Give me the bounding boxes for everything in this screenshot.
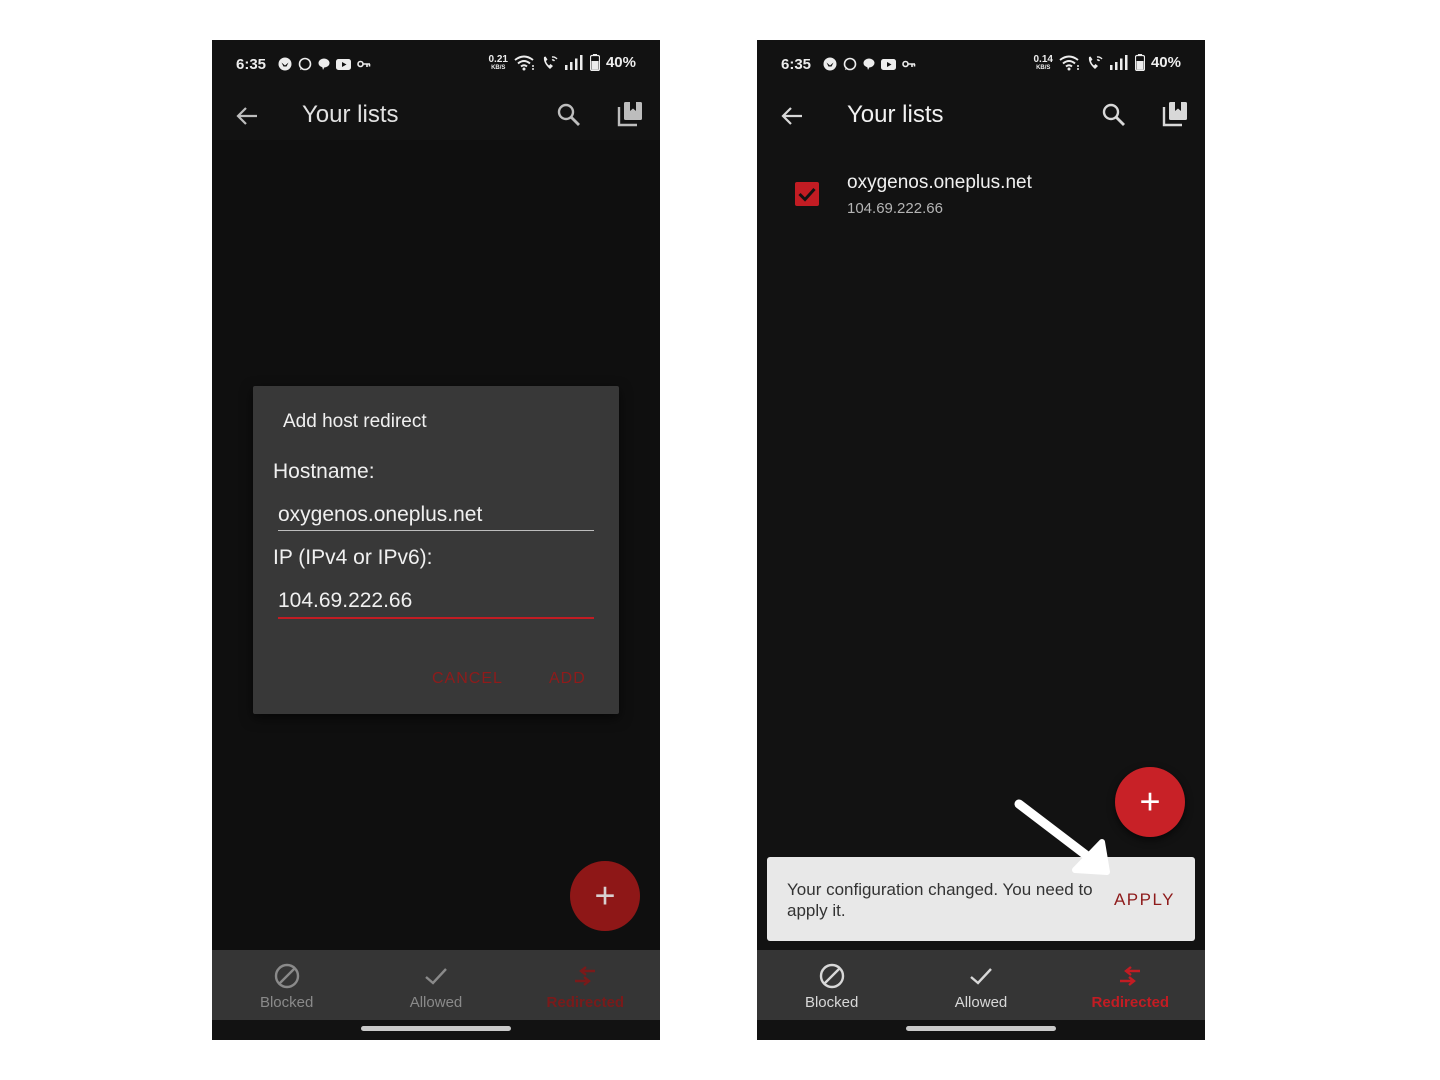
app-bar: Your lists [212,90,660,140]
net-speed-value: 0.14 [1033,53,1053,65]
system-icons: 0.14 KB/S 40% [1033,53,1181,71]
nav-item-redirected[interactable]: Redirected [511,950,660,1020]
config-changed-snackbar: Your configuration changed. You need to … [767,857,1195,941]
nav-label-allowed: Allowed [954,994,1008,1011]
ip-label: IP (IPv4 or IPv6): [273,546,433,569]
home-indicator[interactable] [361,1026,511,1031]
signal-icon [564,55,583,70]
status-bar: 6:35 0.21 KB/S 40% [212,40,660,90]
list-item-ip: 104.69.222.66 [847,200,943,217]
chat-icon [863,58,875,70]
redirect-icon [1120,966,1141,986]
library-icon[interactable] [1161,100,1189,128]
add-fab-button[interactable]: + [570,861,640,931]
phone-screen-add-dialog: 6:35 0.21 KB/S 40% Your lists Add host r [212,40,660,1040]
notification-icons [823,57,916,71]
battery-percent: 40% [605,54,636,71]
youtube-icon [881,58,896,70]
host-enabled-checkbox[interactable] [795,182,819,206]
vpn-bird-icon [278,57,292,71]
nav-label-blocked: Blocked [259,994,314,1011]
white-arrow-icon [1014,799,1110,875]
wifi-icon [514,55,534,70]
whatsapp-icon [843,57,857,71]
block-icon [274,963,299,989]
plus-icon: + [594,874,616,916]
page-title: Your lists [302,101,399,128]
block-icon [819,963,844,989]
check-icon [425,968,447,985]
cancel-button[interactable]: CANCEL [432,670,503,688]
battery-icon [1134,54,1145,71]
library-icon[interactable] [616,100,644,128]
key-icon [902,60,916,68]
nav-item-blocked[interactable]: Blocked [757,950,906,1020]
youtube-icon [336,58,351,70]
chat-icon [318,58,330,70]
hostname-label: Hostname: [273,460,375,483]
nav-label-redirected: Redirected [546,994,625,1011]
nav-item-allowed[interactable]: Allowed [906,950,1055,1020]
net-speed: 0.14 KB/S [1033,53,1053,71]
vpn-bird-icon [823,57,837,71]
host-list-item[interactable]: oxygenos.oneplus.net 104.69.222.66 [757,168,1205,228]
page-title: Your lists [847,101,944,128]
back-arrow-icon[interactable] [234,103,260,129]
signal-icon [1109,55,1128,70]
home-indicator[interactable] [906,1026,1056,1031]
status-time: 6:35 [781,56,812,73]
whatsapp-icon [298,57,312,71]
notification-icons [278,57,371,71]
bottom-navigation: Blocked Allowed Redirected [757,950,1205,1020]
wifi-call-icon [543,56,558,69]
nav-label-blocked: Blocked [804,994,859,1011]
add-button[interactable]: ADD [549,670,586,688]
dialog-title: Add host redirect [283,411,427,432]
status-bar: 6:35 0.14 KB/S 40% [757,40,1205,90]
ip-underline-focused [278,617,594,619]
checkmark-icon [798,187,816,202]
wifi-call-icon [1088,56,1103,69]
nav-item-redirected[interactable]: Redirected [1056,950,1205,1020]
key-icon [357,60,371,68]
status-time: 6:35 [236,56,267,73]
list-item-hostname: oxygenos.oneplus.net [847,172,1032,193]
back-arrow-icon[interactable] [779,103,805,129]
plus-icon: + [1139,780,1161,822]
ip-input[interactable] [278,586,594,616]
net-speed-value: 0.21 [488,53,508,65]
nav-item-allowed[interactable]: Allowed [361,950,510,1020]
search-icon[interactable] [1101,102,1127,128]
nav-label-allowed: Allowed [409,994,463,1011]
hostname-underline [278,530,594,531]
apply-button[interactable]: APPLY [1114,890,1175,910]
app-bar: Your lists [757,90,1205,140]
phone-screen-list: 6:35 0.14 KB/S 40% Your lists oxygenos.o… [757,40,1205,1040]
net-speed-unit: KB/S [1036,64,1051,71]
nav-label-redirected: Redirected [1091,994,1170,1011]
redirect-icon [575,966,596,986]
battery-percent: 40% [1150,54,1181,71]
battery-icon [589,54,600,71]
wifi-icon [1059,55,1079,70]
hostname-input[interactable] [278,500,594,530]
search-icon[interactable] [556,102,582,128]
bottom-navigation: Blocked Allowed Redirected [212,950,660,1020]
system-icons: 0.21 KB/S 40% [488,53,636,71]
add-host-redirect-dialog: Add host redirect Hostname: IP (IPv4 or … [253,386,619,714]
check-icon [970,968,992,985]
net-speed-unit: KB/S [491,64,506,71]
net-speed: 0.21 KB/S [488,53,508,71]
nav-item-blocked[interactable]: Blocked [212,950,361,1020]
